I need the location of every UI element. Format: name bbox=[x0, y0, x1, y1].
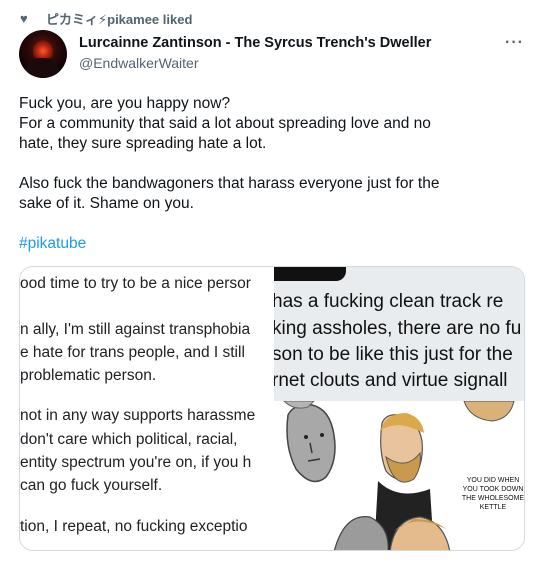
social-context[interactable]: ♥ ピカミィ⚡pikamee liked bbox=[20, 8, 192, 28]
image-text-line: can go fuck yourself. bbox=[20, 477, 163, 494]
tweet-line: Fuck you, are you happy now? bbox=[19, 95, 231, 112]
more-icon[interactable]: ··· bbox=[505, 34, 524, 52]
image-text-line: rnet clouts and virtue signall bbox=[274, 370, 508, 391]
avatar[interactable] bbox=[19, 30, 67, 78]
image-text-line: problematic person. bbox=[20, 367, 157, 384]
tweet-line: hate, they sure spreading hate a lot. bbox=[19, 135, 267, 152]
image-text-line: king assholes, there are no fu bbox=[274, 318, 522, 339]
image-text-line: has a fucking clean track re bbox=[274, 291, 504, 312]
tweet-line: For a community that said a lot about sp… bbox=[19, 115, 431, 132]
image-text-line: n ally, I'm still against transphobia bbox=[20, 321, 251, 338]
social-context-text: ピカミィ⚡pikamee liked bbox=[46, 11, 193, 27]
tweet-line: Also fuck the bandwagoners that harass e… bbox=[19, 175, 440, 192]
media-attachment[interactable]: ood time to try to be a nice persor n al… bbox=[19, 266, 525, 551]
tweet-line: sake of it. Shame on you. bbox=[19, 195, 194, 212]
screenshot-crop: has a fucking clean track re king asshol… bbox=[274, 267, 524, 401]
image-text-line: ood time to try to be a nice persor bbox=[20, 275, 251, 292]
heart-icon: ♥ bbox=[20, 10, 28, 26]
image-text-line: not in any way supports harassme bbox=[20, 407, 256, 424]
tweet-text: Fuck you, are you happy now? For a commu… bbox=[19, 94, 519, 254]
image-text-line: entity spectrum you're on, if you h bbox=[20, 454, 252, 471]
media-image-right[interactable]: has a fucking clean track re king asshol… bbox=[274, 267, 525, 550]
author-handle[interactable]: @EndwalkerWaiter bbox=[79, 55, 199, 71]
hashtag-link[interactable]: #pikatube bbox=[19, 234, 519, 254]
meme-caption: You did when you took down the wholesome… bbox=[461, 477, 525, 511]
author-display-name[interactable]: Lurcainne Zantinson - The Syrcus Trench'… bbox=[79, 35, 431, 51]
image-text-line: son to be like this just for the bbox=[274, 344, 513, 365]
avatar-figure bbox=[27, 58, 59, 78]
image-text-line: don't care which political, racial, bbox=[20, 431, 238, 448]
npc-face-icon bbox=[286, 403, 336, 483]
meme-image: You did when you took down the wholesome… bbox=[274, 400, 525, 550]
image-text-line: tion, I repeat, no fucking exceptio bbox=[20, 518, 248, 535]
image-text-line: e hate for trans people, and I still bbox=[20, 344, 245, 361]
media-image-left[interactable]: ood time to try to be a nice persor n al… bbox=[20, 267, 273, 550]
redaction-bar bbox=[274, 267, 346, 281]
